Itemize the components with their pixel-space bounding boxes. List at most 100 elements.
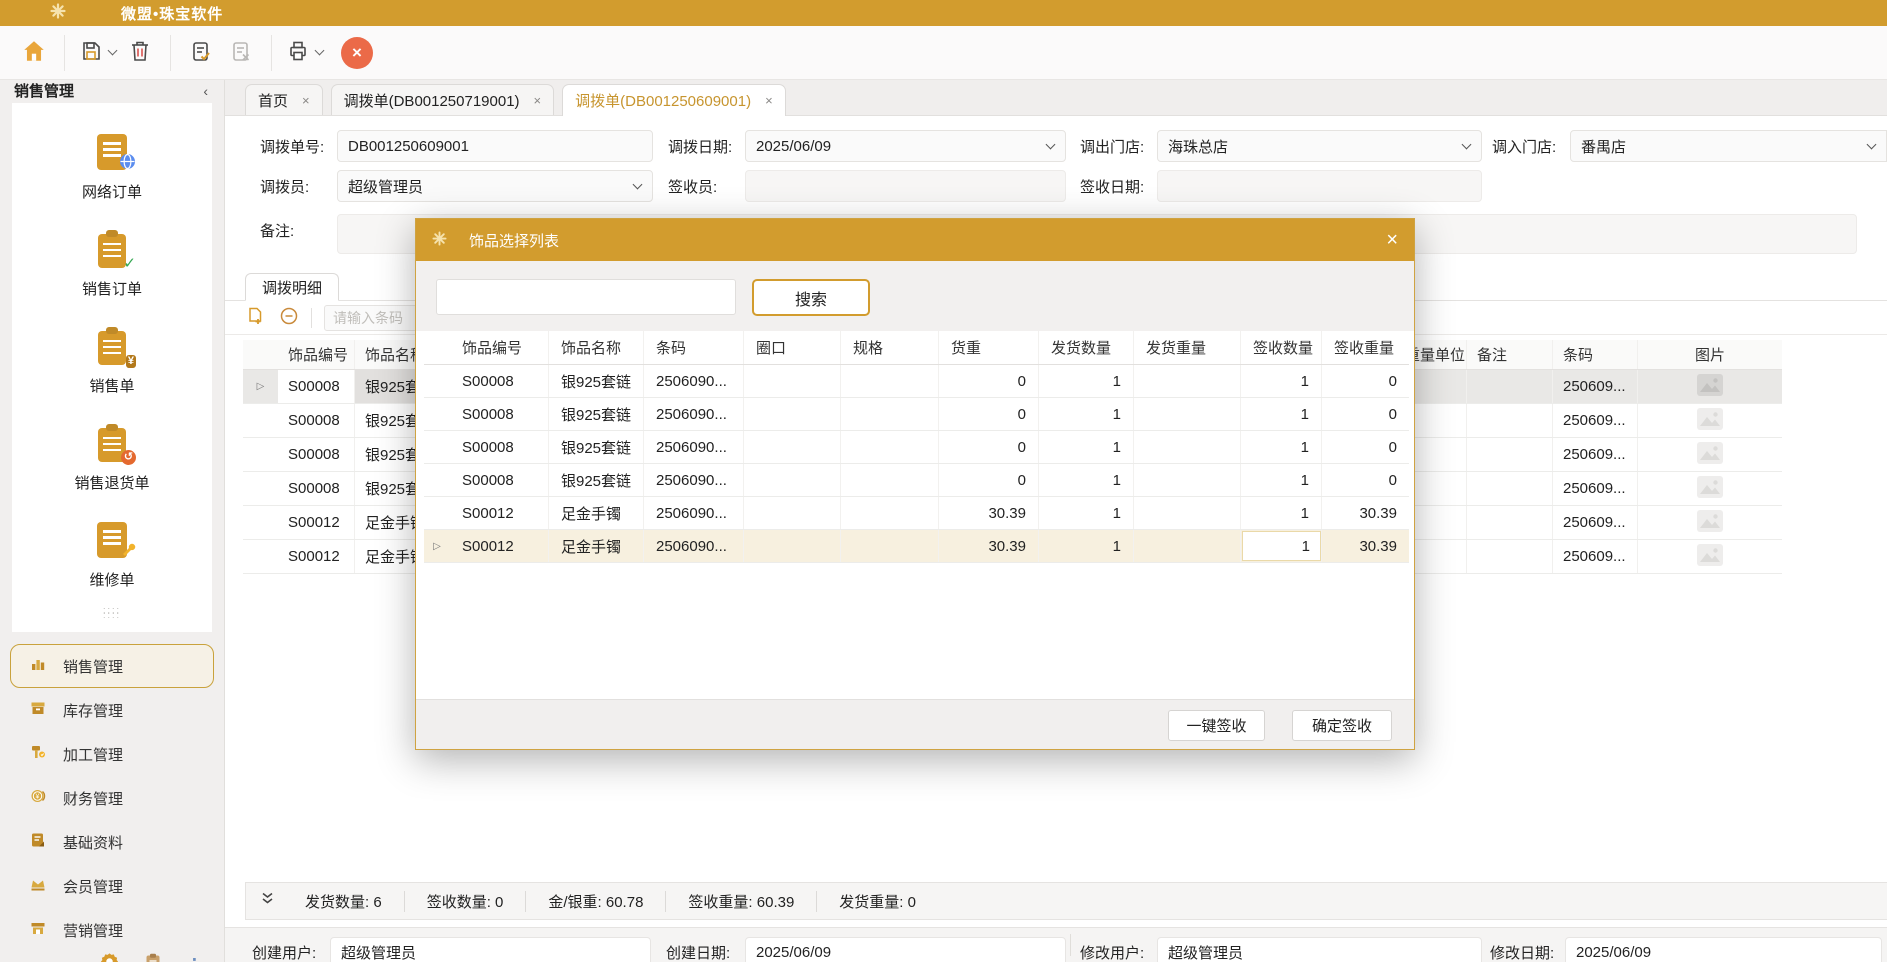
to-store-select[interactable]: 番禺店 <box>1570 130 1887 162</box>
col-header[interactable]: 饰品名称 <box>549 331 644 364</box>
sidebar-item-label: 网络订单 <box>82 181 142 202</box>
add-row-icon[interactable] <box>245 306 265 330</box>
unaudit-button[interactable] <box>221 33 261 73</box>
image-placeholder-icon <box>1697 544 1723 570</box>
dialog-search-input[interactable] <box>436 279 736 315</box>
table-row[interactable]: S00008 银925套链 2506090... 0 1 1 0 <box>424 365 1409 398</box>
save-button[interactable] <box>75 33 120 73</box>
col-header[interactable]: 发货重量 <box>1134 331 1241 364</box>
coin-icon: ¥ <box>30 788 46 808</box>
receive-qty-edit-cell[interactable]: 1 <box>1242 531 1321 561</box>
dialog-close-icon[interactable]: × <box>1386 230 1398 250</box>
hammer-icon <box>30 744 46 764</box>
audit-button[interactable] <box>181 33 221 73</box>
table-row[interactable]: S00008 银925套链 2506090... 0 1 1 0 <box>424 464 1409 497</box>
module-member-management[interactable]: 会员管理 <box>0 864 224 908</box>
table-row[interactable]: S00012 足金手镯 2506090... 30.39 1 1 30.39 <box>424 497 1409 530</box>
one-click-receive-button[interactable]: 一键签收 <box>1168 710 1265 741</box>
more-options-icon[interactable]: ⋮ <box>187 955 202 962</box>
module-sales-management[interactable]: 销售管理 <box>10 644 214 688</box>
col-header-code[interactable]: 饰品编号 <box>278 340 355 369</box>
col-header-barcode[interactable]: 条码 <box>1553 340 1638 369</box>
col-header-remark[interactable]: 备注 <box>1467 340 1553 369</box>
home-button[interactable] <box>14 33 54 73</box>
col-header[interactable]: 圈口 <box>744 331 841 364</box>
module-finance-management[interactable]: ¥ 财务管理 <box>0 776 224 820</box>
transfer-date-select[interactable]: 2025/06/09 <box>745 130 1066 162</box>
save-dropdown-icon[interactable] <box>108 46 118 56</box>
print-dropdown-icon[interactable] <box>315 46 325 56</box>
delete-button[interactable] <box>120 33 160 73</box>
tab-close-icon[interactable]: × <box>534 93 542 108</box>
created-by-field[interactable]: 超级管理员 <box>330 937 651 962</box>
status-send-weight: 发货重量: 0 <box>816 891 938 912</box>
tab-transfer-609001[interactable]: 调拨单(DB001250609001) × <box>562 84 786 116</box>
receiver-input[interactable] <box>745 170 1066 202</box>
table-row[interactable]: S00008 银925套链 2506090... 0 1 1 0 <box>424 431 1409 464</box>
sidebar-item-repair-order[interactable]: 维修单 <box>12 507 212 604</box>
modified-date-field[interactable]: 2025/06/09 <box>1565 937 1882 962</box>
sidebar-header: 销售管理 ‹ <box>0 80 224 101</box>
remove-row-icon[interactable] <box>279 306 299 330</box>
order-no-input[interactable]: DB001250609001 <box>337 130 653 162</box>
print-button[interactable] <box>282 33 327 73</box>
modified-by-field[interactable]: 超级管理员 <box>1157 937 1482 962</box>
module-marketing-management[interactable]: 营销管理 <box>0 908 224 952</box>
drag-handle[interactable]: :::::::: <box>103 608 121 618</box>
chevron-down-icon <box>1046 140 1056 150</box>
remark-label: 备注: <box>260 214 294 246</box>
transfer-user-label: 调拨员: <box>260 170 309 202</box>
tab-close-icon[interactable]: × <box>765 93 773 108</box>
sidebar-item-sales-slip[interactable]: ¥ 销售单 <box>12 313 212 410</box>
expand-row-marker[interactable]: ▷ <box>243 370 278 403</box>
tab-close-icon[interactable]: × <box>302 93 310 108</box>
tab-label: 调拨单(DB001250719001) <box>344 90 520 111</box>
crown-icon <box>30 876 46 896</box>
tab-transfer-detail[interactable]: 调拨明细 <box>245 273 339 301</box>
tab-transfer-719001[interactable]: 调拨单(DB001250719001) × <box>331 84 555 115</box>
receive-date-input[interactable] <box>1157 170 1482 202</box>
module-inventory-management[interactable]: 库存管理 <box>0 688 224 732</box>
module-base-data[interactable]: 基础资料 <box>0 820 224 864</box>
svg-text:¥: ¥ <box>36 794 40 801</box>
sidebar-item-sales-return[interactable]: ↺ 销售退货单 <box>12 410 212 507</box>
dialog-title: 饰品选择列表 <box>469 230 559 251</box>
created-date-field[interactable]: 2025/06/09 <box>745 937 1066 962</box>
table-row-selected[interactable]: ▷ S00012 足金手镯 2506090... 30.39 1 1 30.39 <box>424 530 1409 563</box>
collapse-sidebar-icon[interactable]: ‹ <box>203 83 208 99</box>
footer-divider <box>1070 934 1071 956</box>
col-header-image[interactable]: 图片 <box>1638 340 1782 369</box>
stats-collapse-icon[interactable] <box>260 891 275 911</box>
wrench-icon <box>121 543 136 562</box>
tabstrip: 首页 × 调拨单(DB001250719001) × 调拨单(DB0012506… <box>225 80 1887 116</box>
col-header[interactable]: 条码 <box>644 331 744 364</box>
app-title: 微盟•珠宝软件 <box>121 3 223 24</box>
receive-date-label: 签收日期: <box>1080 170 1144 202</box>
transfer-date-label: 调拨日期: <box>668 130 732 162</box>
close-window-button[interactable]: × <box>341 37 373 69</box>
transfer-user-select[interactable]: 超级管理员 <box>337 170 653 202</box>
confirm-receive-button[interactable]: 确定签收 <box>1292 710 1392 741</box>
sales-slip-icon: ¥ <box>92 326 132 366</box>
image-placeholder-icon <box>1697 510 1723 536</box>
col-header[interactable]: 签收重量 <box>1322 331 1409 364</box>
gear-icon[interactable] <box>100 952 119 962</box>
col-header[interactable]: 发货数量 <box>1039 331 1134 364</box>
yen-icon: ¥ <box>126 355 136 368</box>
expand-row-marker[interactable]: ▷ <box>424 530 450 562</box>
table-row[interactable]: S00008 银925套链 2506090... 0 1 1 0 <box>424 398 1409 431</box>
clipboard-icon[interactable] <box>145 953 161 962</box>
tab-home[interactable]: 首页 × <box>245 84 323 115</box>
sidebar-item-sales-order[interactable]: ✓ 销售订单 <box>12 216 212 313</box>
dialog-search-button[interactable]: 搜索 <box>752 279 870 316</box>
col-header[interactable]: 货重 <box>939 331 1039 364</box>
sidebar-item-label: 销售退货单 <box>74 472 149 493</box>
globe-icon <box>119 153 136 174</box>
col-header[interactable]: 签收数量 <box>1241 331 1322 364</box>
col-header[interactable]: 饰品编号 <box>450 331 549 364</box>
from-store-select[interactable]: 海珠总店 <box>1157 130 1482 162</box>
module-processing-management[interactable]: 加工管理 <box>0 732 224 776</box>
sidebar-item-network-order[interactable]: 网络订单 <box>12 119 212 216</box>
module-label: 财务管理 <box>63 788 123 809</box>
col-header[interactable]: 规格 <box>841 331 939 364</box>
